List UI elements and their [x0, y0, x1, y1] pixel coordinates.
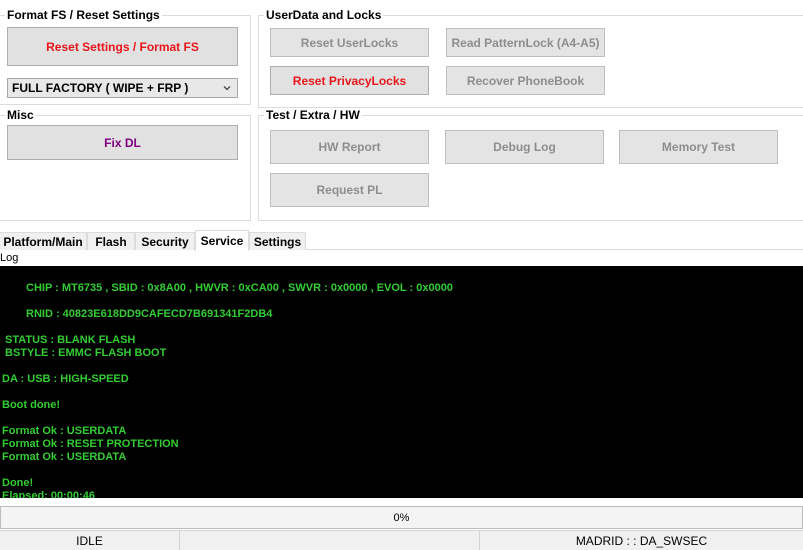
- log-line: Done!: [2, 477, 34, 489]
- read-patternlock-button[interactable]: Read PatternLock (A4-A5): [446, 28, 605, 57]
- format-mode-select[interactable]: FULL FACTORY ( WIPE + FRP ): [7, 78, 238, 98]
- tab-platform-main[interactable]: Platform/Main: [0, 232, 87, 250]
- log-line: DA : USB : HIGH-SPEED: [2, 373, 129, 385]
- log-line: Format Ok : USERDATA: [2, 425, 127, 437]
- progress-bar: 0%: [0, 506, 803, 529]
- log-console[interactable]: CHIP : MT6735 , SBID : 0x8A00 , HWVR : 0…: [0, 266, 803, 498]
- log-line: Format Ok : RESET PROTECTION: [2, 438, 179, 450]
- misc-group-title: Misc: [5, 108, 36, 123]
- log-line: Format Ok : USERDATA: [2, 451, 127, 463]
- status-bar: IDLE MADRID : : DA_SWSEC: [0, 530, 803, 550]
- tab-service[interactable]: Service: [195, 230, 249, 251]
- status-middle: [180, 531, 480, 550]
- log-line: STATUS : BLANK FLASH: [5, 334, 136, 346]
- progress-text: 0%: [393, 511, 410, 524]
- hw-report-button[interactable]: HW Report: [270, 130, 429, 164]
- tab-flash[interactable]: Flash: [87, 232, 135, 250]
- tab-settings[interactable]: Settings: [249, 232, 306, 250]
- log-line: BSTYLE : EMMC FLASH BOOT: [5, 347, 167, 359]
- reset-userlocks-button[interactable]: Reset UserLocks: [270, 28, 429, 57]
- reset-settings-button[interactable]: Reset Settings / Format FS: [7, 27, 238, 66]
- format-mode-value: FULL FACTORY ( WIPE + FRP ): [12, 81, 189, 95]
- tab-security[interactable]: Security: [135, 232, 195, 250]
- status-state: IDLE: [0, 531, 180, 550]
- fix-dl-button[interactable]: Fix DL: [7, 125, 238, 160]
- reset-privacylocks-button[interactable]: Reset PrivacyLocks: [270, 66, 429, 95]
- log-line: CHIP : MT6735 , SBID : 0x8A00 , HWVR : 0…: [26, 282, 453, 294]
- chevron-down-icon: [223, 86, 231, 91]
- debug-log-button[interactable]: Debug Log: [445, 130, 604, 164]
- request-pl-button[interactable]: Request PL: [270, 173, 429, 207]
- userdata-locks-group-title: UserData and Locks: [264, 8, 384, 23]
- tab-strip: Platform/Main Flash Security Service Set…: [0, 230, 803, 251]
- status-device: MADRID : : DA_SWSEC: [575, 534, 708, 548]
- test-extra-hw-group-title: Test / Extra / HW: [264, 108, 362, 123]
- log-line: Boot done!: [2, 399, 61, 411]
- log-label: Log: [0, 252, 19, 264]
- format-fs-group-title: Format FS / Reset Settings: [5, 8, 162, 23]
- log-line: Elapsed: 00:00:46: [2, 490, 95, 498]
- recover-phonebook-button[interactable]: Recover PhoneBook: [446, 66, 605, 95]
- memory-test-button[interactable]: Memory Test: [619, 130, 778, 164]
- log-line: RNID : 40823E618DD9CAFECD7B691341F2DB4: [26, 308, 273, 320]
